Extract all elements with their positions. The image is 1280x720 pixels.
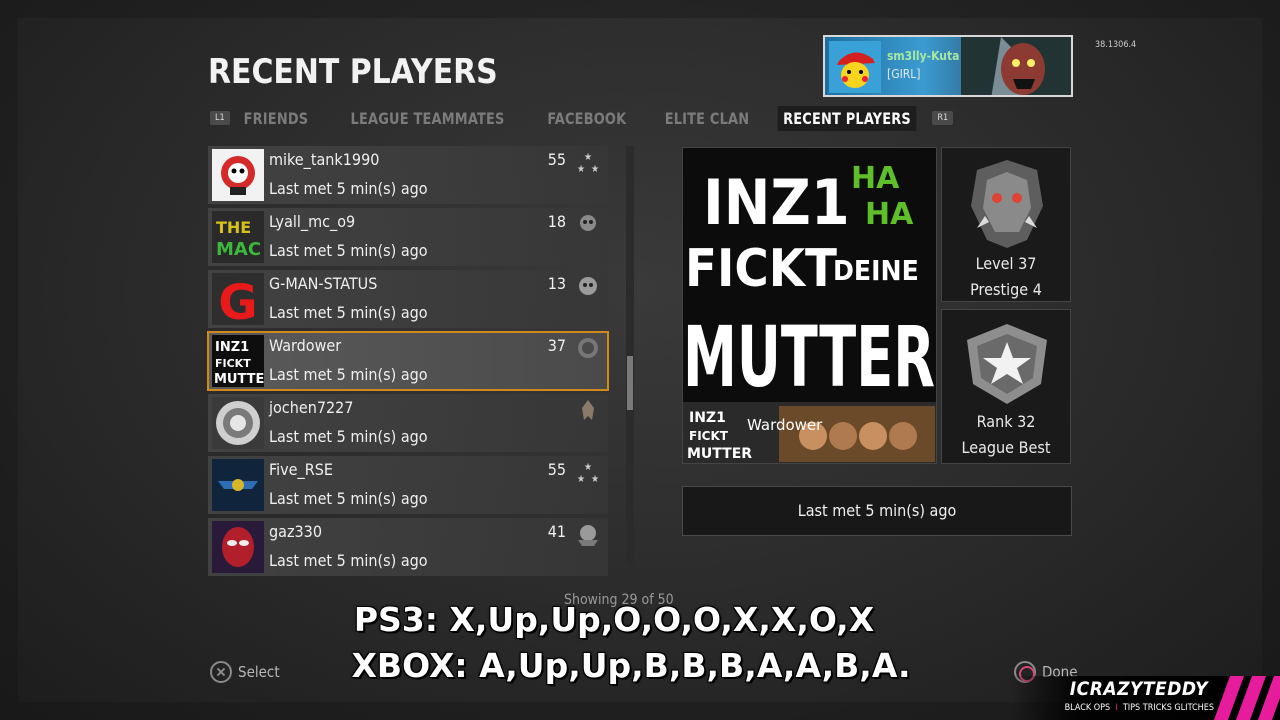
svg-text:★: ★ [591,164,599,175]
stars-rank-icon: ★ ★ ★ [577,462,599,485]
emblem-line-inz1: INZ1 [703,166,850,239]
list-item[interactable]: Five_RSE Last met 5 min(s) ago 55 ★ ★ ★ [208,456,608,514]
player-level: 41 [547,522,566,541]
last-met-text: Last met 5 min(s) ago [269,179,428,198]
tab-facebook[interactable]: FACEBOOK [547,109,626,128]
watermark-tag-2: TIPS TRICKS GLITCHES [1122,703,1214,713]
list-item[interactable]: gaz330 Last met 5 min(s) ago 41 [208,518,608,576]
tab-league-teammates[interactable]: LEAGUE TEAMMATES [350,109,504,128]
prestige-boar-icon [971,160,1043,248]
skull-rank-icon [579,277,597,295]
player-name: mike_tank1990 [269,150,380,169]
league-rank-panel: Rank 32 League Best [941,309,1071,464]
svg-text:INZ1: INZ1 [215,340,249,355]
tab-friends[interactable]: FRIENDS [243,109,308,128]
svg-text:★: ★ [591,474,599,485]
skull-rank-icon [578,525,598,546]
svg-text:MAC: MAC [216,239,261,260]
tab-recent-players[interactable]: RECENT PLAYERS [778,105,917,131]
selected-player-emblem: INZ1 HA HA FICKT DEINE MUTTER INZ1 FICKT… [682,147,937,464]
svg-text:★: ★ [584,152,592,163]
l1-bumper-hint[interactable]: L1 [210,111,230,125]
league-text: League Best [961,438,1051,457]
skull-emblem-icon [212,149,264,201]
last-met-panel: Last met 5 min(s) ago [682,486,1072,536]
last-met-text: Last met 5 min(s) ago [269,427,428,446]
page-title: RECENT PLAYERS [208,52,498,92]
svg-text:MUTTER: MUTTER [687,446,752,462]
prestige-text: Prestige 4 [970,280,1042,299]
calling-card-demon-icon [961,37,1071,95]
list-scrollbar[interactable] [626,146,634,564]
local-player-card: sm3lly-Kuta [GIRL] [823,35,1073,97]
player-emblem-icon [829,41,881,93]
inz1-emblem-icon: INZ1 FICKT MUTTER [212,335,264,387]
last-met-text: Last met 5 min(s) ago [269,303,428,322]
list-item[interactable]: G G-MAN-STATUS Last met 5 min(s) ago 13 [208,270,608,328]
rank-text: Rank 32 [976,412,1036,431]
calling-card-name: Wardower [747,416,823,434]
emblem-line-deine: DEINE [833,254,919,287]
league-star-badge-icon [967,324,1047,404]
skull-rank-icon [580,215,596,231]
list-item[interactable]: THE MAC Lyall_mc_o9 Last met 5 min(s) ag… [208,208,608,266]
watermark-tagline: BLACK OPS I TIPS TRICKS GLITCHES [1064,703,1214,713]
local-gamertag: sm3lly-Kuta [887,49,960,63]
large-emblem-graphic: INZ1 HA HA FICKT DEINE MUTTER INZ1 FICKT… [683,161,936,463]
svg-text:G: G [218,275,257,325]
list-item-selected[interactable]: INZ1 FICKT MUTTER Wardower Last met 5 mi… [207,331,609,391]
emblem-line-fickt: FICKT [685,239,837,299]
player-level: 37 [547,336,566,355]
recent-players-list: mike_tank1990 Last met 5 min(s) ago 55 ★… [207,146,609,580]
channel-watermark: ICRAZYTEDDY BLACK OPS I TIPS TRICKS GLIT… [1010,676,1280,720]
player-level: 55 [547,150,566,169]
r1-bumper-hint[interactable]: R1 [932,111,954,125]
the-mac-emblem-icon: THE MAC [212,211,264,263]
watermark-tag-1: BLACK OPS [1064,703,1111,713]
player-name: Lyall_mc_o9 [269,212,356,231]
spiral-emblem-icon [212,397,264,449]
level-text: Level 37 [975,254,1037,273]
svg-text:FICKT: FICKT [215,357,251,370]
watermark-brand: ICRAZYTEDDY [1069,678,1208,700]
player-level: 13 [547,274,566,293]
player-name: jochen7227 [269,398,354,417]
last-met-text: Last met 5 min(s) ago [269,365,428,384]
tab-elite-clan[interactable]: ELITE CLAN [665,109,750,128]
svg-text:INZ1: INZ1 [689,410,726,426]
five-rse-emblem-icon [212,459,264,511]
ps3-code-overlay: PS3: X,Up,Up,O,O,O,X,X,O,X [353,600,875,639]
svg-text:FICKT: FICKT [689,429,729,443]
svg-text:MUTTER: MUTTER [214,372,264,387]
spider-mask-emblem-icon [212,521,264,573]
player-level: 18 [547,212,566,231]
last-met-text: Last met 5 min(s) ago [269,551,428,570]
emblem-ha-1: HA [851,161,900,196]
boar-rank-icon [578,338,598,358]
list-item[interactable]: mike_tank1990 Last met 5 min(s) ago 55 ★… [208,146,608,204]
player-name: Five_RSE [269,460,333,479]
last-met-text: Last met 5 min(s) ago [269,489,428,508]
emblem-line-mutter: MUTTER [683,308,935,406]
tab-bar: L1 FRIENDS LEAGUE TEAMMATES FACEBOOK ELI… [210,104,954,132]
player-name: gaz330 [269,522,322,541]
player-name: Wardower [269,336,342,355]
emblem-ha-2: HA [865,197,914,232]
eagle-rank-icon [582,400,594,420]
list-item[interactable]: jochen7227 Last met 5 min(s) ago [208,394,608,452]
svg-text:THE: THE [216,218,251,237]
g-letter-emblem-icon: G [212,273,264,325]
version-number: 38.1306.4 [1095,40,1137,50]
player-name: G-MAN-STATUS [269,274,378,293]
svg-text:★: ★ [577,474,585,485]
level-prestige-panel: Level 37 Prestige 4 [941,147,1071,302]
player-level: 55 [547,460,566,479]
svg-text:★: ★ [577,164,585,175]
svg-text:★: ★ [584,462,592,473]
scrollbar-thumb[interactable] [627,356,633,410]
stars-rank-icon: ★ ★ ★ [577,152,599,175]
last-met-text: Last met 5 min(s) ago [269,241,428,260]
local-clan-tag: [GIRL] [887,67,921,81]
